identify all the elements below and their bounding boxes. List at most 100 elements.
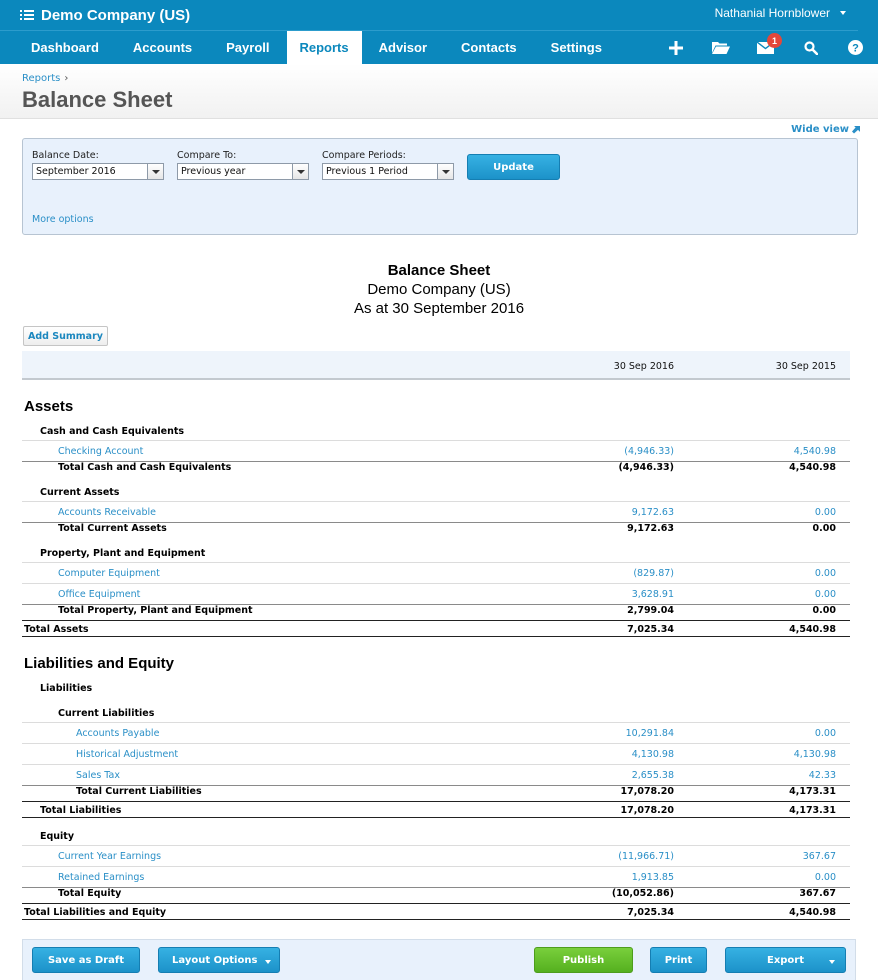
value-current[interactable]: 3,628.91 — [632, 589, 674, 600]
balance-date-label: Balance Date: — [32, 150, 99, 161]
value-current[interactable]: 2,655.38 — [632, 770, 674, 781]
wide-view-label: Wide view — [791, 124, 849, 135]
row-divider — [22, 440, 850, 441]
breadcrumb-reports-link[interactable]: Reports — [22, 73, 60, 84]
nav-tab-reports[interactable]: Reports — [286, 31, 362, 64]
row-divider — [22, 583, 850, 584]
account-link[interactable]: Current Year Earnings — [58, 851, 161, 862]
nav-tab-accounts[interactable]: Accounts — [116, 31, 209, 64]
value-current[interactable]: 1,913.85 — [632, 872, 674, 883]
footer-toolbar: Save as Draft Layout Options Publish Pri… — [22, 939, 856, 980]
layout-options-label: Layout Options — [172, 954, 258, 966]
breadcrumb-separator: › — [64, 73, 69, 84]
value-prior[interactable]: 0.00 — [815, 589, 836, 600]
value-prior: 4,540.98 — [789, 907, 836, 918]
search-button[interactable] — [788, 31, 833, 64]
row-label: Current Assets — [40, 487, 120, 498]
row-label: Current Liabilities — [58, 708, 155, 719]
value-prior: 4,540.98 — [789, 624, 836, 635]
value-current[interactable]: (829.87) — [633, 568, 674, 579]
value-prior[interactable]: 0.00 — [815, 872, 836, 883]
value-prior[interactable]: 4,540.98 — [794, 446, 836, 457]
value-prior[interactable]: 42.33 — [809, 770, 836, 781]
compare-periods-label: Compare Periods: — [322, 150, 406, 161]
dropdown-arrow-icon — [292, 164, 308, 179]
row-label: Equity — [40, 831, 75, 842]
plus-icon — [668, 40, 683, 55]
user-menu[interactable]: Nathanial Hornblower — [715, 6, 846, 20]
account-link[interactable]: Checking Account — [58, 446, 143, 457]
row-label: Total Assets — [24, 624, 89, 635]
value-current[interactable]: (4,946.33) — [624, 446, 674, 457]
nav-tab-payroll[interactable]: Payroll — [209, 31, 286, 64]
export-label: Export — [766, 954, 805, 966]
publish-button[interactable]: Publish — [534, 947, 633, 973]
account-link[interactable]: Historical Adjustment — [76, 749, 178, 760]
save-as-draft-button[interactable]: Save as Draft — [32, 947, 140, 973]
row-label: Total Property, Plant and Equipment — [58, 605, 253, 616]
value-prior[interactable]: 367.67 — [803, 851, 836, 862]
account-link[interactable]: Retained Earnings — [58, 872, 144, 883]
column-header: 30 Sep 2016 30 Sep 2015 — [22, 351, 850, 380]
report-title-block: Balance Sheet Demo Company (US) As at 30… — [0, 261, 878, 318]
nav-tab-settings[interactable]: Settings — [534, 31, 619, 64]
nav-tab-contacts[interactable]: Contacts — [444, 31, 534, 64]
row-label: Property, Plant and Equipment — [40, 548, 206, 559]
value-current: 17,078.20 — [620, 786, 675, 797]
export-button[interactable]: Export — [725, 947, 846, 973]
value-current[interactable]: (11,966.71) — [618, 851, 674, 862]
notification-badge: 1 — [767, 33, 782, 48]
add-new-button[interactable] — [653, 31, 698, 64]
row-divider — [22, 764, 850, 765]
notifications-button[interactable]: 1 — [743, 31, 788, 64]
balance-date-select[interactable]: September 2016 — [32, 163, 164, 180]
row-divider — [22, 636, 850, 637]
compare-periods-field: Compare Periods: Previous 1 Period — [322, 150, 454, 180]
row-label: Total Current Liabilities — [76, 786, 202, 797]
value-current[interactable]: 10,291.84 — [626, 728, 674, 739]
value-prior[interactable]: 0.00 — [815, 728, 836, 739]
files-button[interactable] — [698, 31, 743, 64]
account-link[interactable]: Sales Tax — [76, 770, 120, 781]
breadcrumb: Reports › — [22, 73, 68, 84]
value-prior: 0.00 — [812, 605, 836, 616]
compare-to-select[interactable]: Previous year — [177, 163, 309, 180]
organisation-menu[interactable]: Demo Company (US) — [20, 3, 190, 27]
row-label: Total Cash and Cash Equivalents — [58, 462, 232, 473]
report-options-panel: Balance Date: September 2016 Compare To:… — [22, 138, 858, 235]
wide-view-link[interactable]: Wide view — [791, 124, 860, 135]
compare-periods-select[interactable]: Previous 1 Period — [322, 163, 454, 180]
value-current: (10,052.86) — [611, 888, 674, 899]
balance-date-value: September 2016 — [36, 166, 116, 177]
print-button[interactable]: Print — [650, 947, 707, 973]
update-button[interactable]: Update — [467, 154, 560, 180]
add-summary-button[interactable]: Add Summary — [23, 326, 108, 346]
layout-options-button[interactable]: Layout Options — [158, 947, 280, 973]
value-prior[interactable]: 0.00 — [815, 507, 836, 518]
account-link[interactable]: Accounts Payable — [76, 728, 159, 739]
more-options-link[interactable]: More options — [32, 214, 94, 225]
search-icon — [803, 40, 818, 55]
row-divider — [22, 919, 850, 920]
value-prior[interactable]: 0.00 — [815, 568, 836, 579]
account-link[interactable]: Accounts Receivable — [58, 507, 156, 518]
account-link[interactable]: Computer Equipment — [58, 568, 160, 579]
nav-tab-advisor[interactable]: Advisor — [362, 31, 444, 64]
organisation-name: Demo Company (US) — [41, 6, 191, 24]
value-prior[interactable]: 4,130.98 — [794, 749, 836, 760]
svg-text:?: ? — [852, 43, 859, 55]
compare-to-field: Compare To: Previous year — [177, 150, 309, 180]
value-prior: 4,173.31 — [789, 786, 836, 797]
row-label: Liabilities — [40, 683, 93, 694]
compare-periods-value: Previous 1 Period — [326, 166, 408, 177]
nav-tab-dashboard[interactable]: Dashboard — [14, 31, 116, 64]
help-button[interactable]: ? — [833, 31, 878, 64]
row-divider — [22, 722, 850, 723]
row-label: Total Current Assets — [58, 523, 167, 534]
row-label: Total Equity — [58, 888, 122, 899]
value-current[interactable]: 9,172.63 — [632, 507, 674, 518]
report-title: Balance Sheet — [387, 262, 491, 279]
account-link[interactable]: Office Equipment — [58, 589, 140, 600]
user-name: Nathanial Hornblower — [714, 6, 830, 20]
value-current[interactable]: 4,130.98 — [632, 749, 674, 760]
